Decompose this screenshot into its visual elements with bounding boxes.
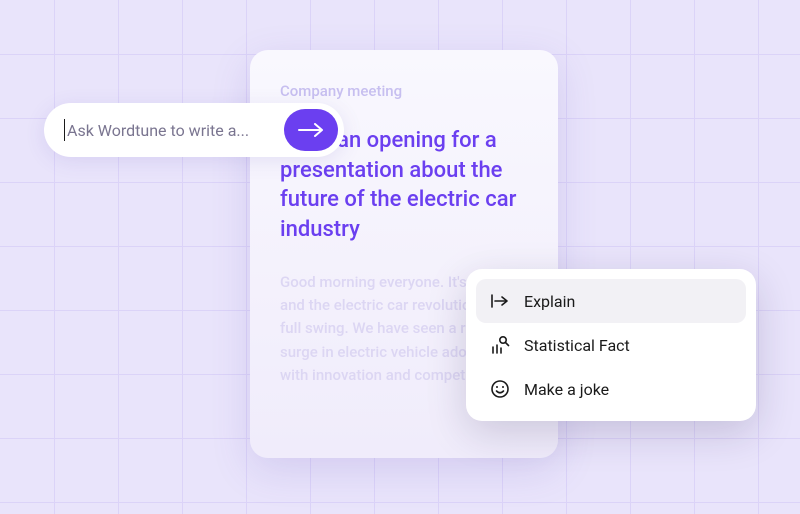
text-cursor-icon	[64, 119, 65, 141]
menu-item-label: Make a joke	[524, 380, 732, 399]
menu-item-label: Explain	[524, 292, 732, 311]
chart-search-icon	[490, 335, 510, 355]
smile-icon	[490, 379, 510, 399]
suggestions-menu: Explain Statistical Fact Make a joke	[466, 269, 756, 421]
menu-item-make-a-joke[interactable]: Make a joke	[476, 367, 746, 411]
menu-item-label: Statistical Fact	[524, 336, 732, 355]
menu-item-explain[interactable]: Explain	[476, 279, 746, 323]
arrow-right-icon	[298, 123, 324, 137]
explain-icon	[490, 291, 510, 311]
submit-button[interactable]	[284, 109, 338, 151]
document-label: Company meeting	[280, 82, 528, 100]
menu-item-statistical-fact[interactable]: Statistical Fact	[476, 323, 746, 367]
prompt-input-container: Ask Wordtune to write a...	[44, 103, 344, 157]
prompt-input[interactable]: Ask Wordtune to write a...	[67, 121, 284, 140]
